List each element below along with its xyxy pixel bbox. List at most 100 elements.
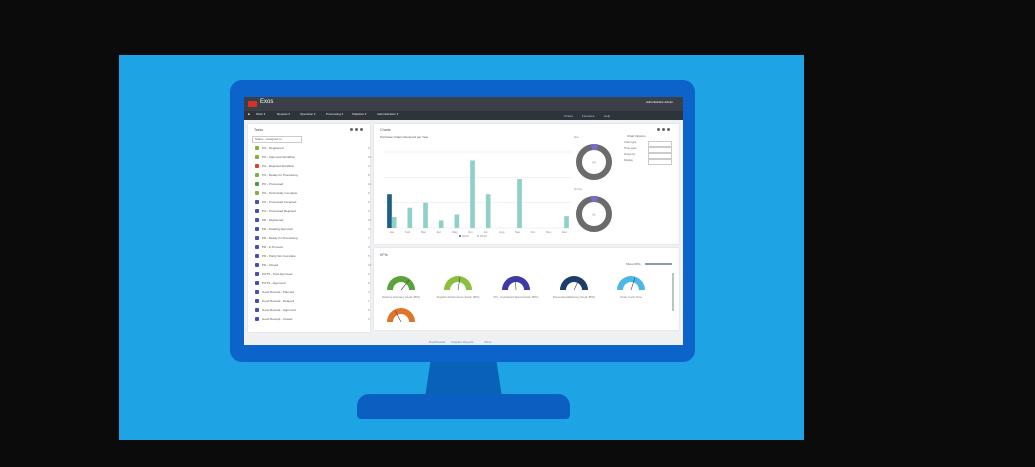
task-list-item[interactable]: PO - Processed 14 xyxy=(253,181,372,187)
task-list-item[interactable]: PR - Partly Not Complete 5 xyxy=(253,253,370,259)
tab-supplier-reports[interactable]: Supplier Reports xyxy=(451,340,473,344)
status-square-icon xyxy=(255,173,259,177)
task-list-item[interactable]: Good Receipt - Approved 6 xyxy=(253,307,370,313)
task-list-item[interactable]: Good Receipt - Planned 4 xyxy=(253,289,370,295)
task-list-item[interactable]: POTS - Approved 8 xyxy=(253,280,370,286)
task-count: 8 xyxy=(368,173,370,177)
user-name[interactable]: Administrator Admin xyxy=(646,100,673,104)
tab-dashboards[interactable]: Dashboards xyxy=(429,340,445,344)
legend-marker xyxy=(477,235,479,237)
kpi-slider[interactable] xyxy=(645,263,672,265)
kpi-gauge xyxy=(387,308,415,323)
menu-home-icon[interactable]: ■ xyxy=(248,112,250,116)
task-count: 5 xyxy=(368,254,370,258)
task-count: 16 xyxy=(368,263,372,267)
menu-item-processing[interactable]: Processing ▾ xyxy=(326,112,343,116)
gauge-arc xyxy=(560,276,588,290)
monitor-screen: Exos Administrator Admin ■ Work ▾ Report… xyxy=(244,97,683,345)
task-list-item[interactable]: PR - Awaiting Approval 4 xyxy=(253,226,370,232)
task-label: PO - Rejected Workflow xyxy=(262,164,294,168)
menu-item-statistics[interactable]: Statistics ▾ xyxy=(352,112,366,116)
status-square-icon xyxy=(255,317,259,321)
task-count: 11 xyxy=(368,218,372,222)
x-tick-label: Nov xyxy=(546,230,552,234)
gauge-label: PO - Contracted Spend (Goal: 80%) xyxy=(493,295,539,299)
task-list-item[interactable]: PO - Registered 5 xyxy=(253,145,370,151)
task-count: 4 xyxy=(368,227,370,231)
status-square-icon xyxy=(255,155,259,159)
kpi-scrollbar[interactable] xyxy=(672,273,674,311)
status-filter-select[interactable]: Status - Assigned to xyxy=(252,136,302,143)
app-logo-icon xyxy=(248,101,257,107)
form-label: Group by xyxy=(624,153,636,156)
menu-item-reports[interactable]: Reports ▾ xyxy=(277,112,290,116)
bar-2014-Jun xyxy=(470,160,475,228)
x-tick-label: May xyxy=(452,230,458,234)
task-label: PO - Processed Rejected xyxy=(262,209,296,213)
top-link-orders[interactable]: Orders xyxy=(564,114,573,118)
settings-icon[interactable] xyxy=(355,128,358,131)
task-count: 14 xyxy=(368,182,372,186)
bar-2014-Apr xyxy=(438,220,444,228)
tab-inbox[interactable]: Inbox xyxy=(484,340,491,344)
bar-2013-Jan xyxy=(387,194,392,228)
task-list-item[interactable]: PO - Ready for Processing 8 xyxy=(253,172,370,178)
form-select[interactable] xyxy=(648,159,672,165)
task-label: PR - Closed xyxy=(262,263,279,267)
status-square-icon xyxy=(255,290,259,294)
task-count: 9 xyxy=(368,200,370,204)
maximize-icon[interactable] xyxy=(360,128,363,131)
x-tick-label: Jan xyxy=(389,230,394,234)
task-count: 2 xyxy=(368,209,370,213)
chart-settings-icon[interactable] xyxy=(662,128,665,131)
donut-label: Net xyxy=(574,135,579,139)
task-list-item[interactable]: PO - Processed Rejected 2 xyxy=(253,208,370,214)
menu-item-administration[interactable]: Administration ▾ xyxy=(377,112,398,116)
task-label: POTS - Approved xyxy=(262,281,286,285)
menu-item-operation[interactable]: Operation ▾ xyxy=(300,112,316,116)
task-list-item[interactable]: PO - Approved Workflow 12 xyxy=(253,154,371,160)
refresh-icon[interactable] xyxy=(350,128,353,131)
task-count: 1 xyxy=(368,299,370,303)
task-label: PR - Partly Not Complete xyxy=(262,254,296,258)
task-list-item[interactable]: PO - Technically Complete 6 xyxy=(253,190,370,196)
legend-label: 2013 xyxy=(462,234,469,238)
status-square-icon xyxy=(255,200,259,204)
task-list-item[interactable]: PR - Closed 16 xyxy=(253,262,372,268)
task-list-item[interactable]: PR - Ready for Processing 7 xyxy=(253,235,370,241)
bar-chart: Jan Feb Mar Apr May Jun Jul Aug Sep Oct Nov Dec2013… xyxy=(384,151,572,238)
chart-maximize-icon[interactable] xyxy=(667,128,670,131)
kpi-gauge xyxy=(560,276,588,291)
app-title: Exos xyxy=(260,99,274,105)
task-label: PR - Awaiting Approval xyxy=(262,227,293,231)
form-label: Chart type xyxy=(624,141,637,144)
task-count: 3 xyxy=(368,245,370,249)
gauge-label: Delivery Accuracy (Goal: 95%) xyxy=(382,295,420,299)
gauge-arc xyxy=(444,276,472,290)
task-list-item[interactable]: Good Receipt - Delayed 1 xyxy=(253,298,370,304)
gauge-arc xyxy=(387,276,415,290)
status-filter-value: Status - Assigned to xyxy=(255,137,282,141)
top-link-favorites[interactable]: Favorites xyxy=(582,114,594,118)
bar-2014-May xyxy=(454,214,460,228)
task-list-item[interactable]: PR - Registered 11 xyxy=(253,217,372,223)
task-label: PR - Ready for Processing xyxy=(262,236,298,240)
monitor-stand-neck xyxy=(425,357,502,397)
task-count: 7 xyxy=(368,236,370,240)
task-list-item[interactable]: POTS - Post Approved 2 xyxy=(253,271,370,277)
gauge-label: Processing Efficiency (Goal: 85%) xyxy=(552,295,596,299)
task-list-item[interactable]: PO - Rejected Workflow 3 xyxy=(253,163,370,169)
form-title: Chart Options xyxy=(627,134,646,138)
chart-refresh-icon[interactable] xyxy=(657,128,660,131)
kpi-gauge xyxy=(502,276,530,291)
bar-2014-Jan xyxy=(391,217,397,228)
menu-item-work[interactable]: Work ▾ xyxy=(256,112,265,116)
bar-2014-Dec xyxy=(564,216,569,228)
task-list-item[interactable]: PR - In Process 3 xyxy=(253,244,370,250)
task-list-item[interactable]: Good Receipt - Closed 3 xyxy=(253,316,370,322)
form-label: Time span xyxy=(624,147,637,150)
task-list-item[interactable]: PO - Processed Accepted 9 xyxy=(253,199,370,205)
task-count: 2 xyxy=(368,272,370,276)
status-square-icon xyxy=(255,218,259,222)
top-link-help[interactable]: Help xyxy=(604,114,610,118)
